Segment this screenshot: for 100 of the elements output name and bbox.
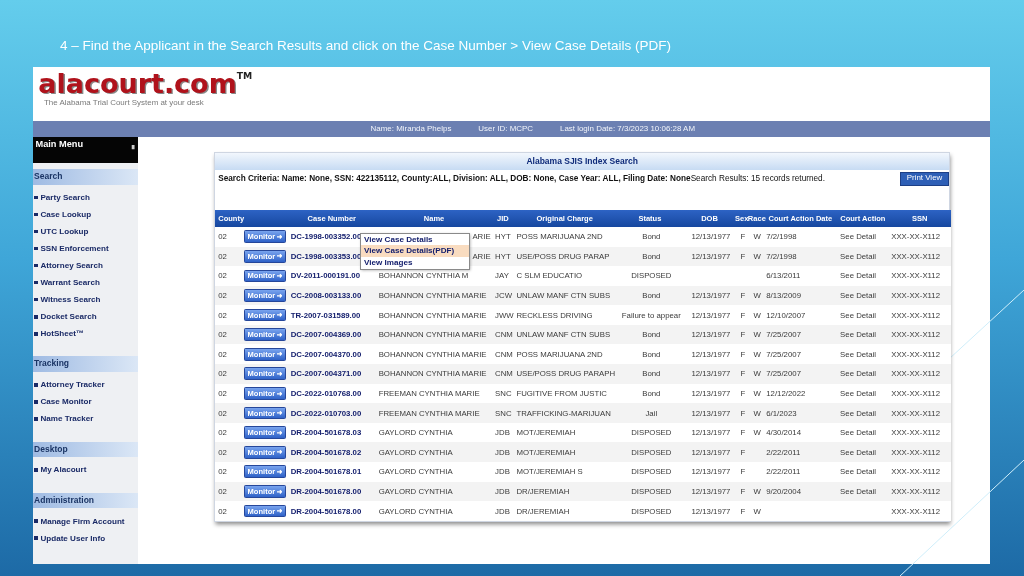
court-action-cell: See Detail: [840, 271, 877, 281]
dob-cell: 12/13/1977: [691, 467, 731, 477]
charge-cell: FUGITIVE FROM JUSTIC: [516, 388, 607, 398]
name-cell: GAYLORD CYNTHIA: [378, 486, 453, 496]
bullet-icon: [34, 280, 38, 285]
court-action-cell: See Detail: [840, 330, 877, 340]
action-date-cell: 4/30/2014: [766, 428, 801, 438]
arrow-icon: [276, 449, 283, 456]
action-date-cell: 7/25/2007: [766, 369, 801, 379]
charge-cell: MOT/JEREMIAH: [516, 447, 576, 457]
status-cell: DISPOSED: [631, 467, 672, 477]
ssn-cell: XXX-XX-X112: [891, 271, 941, 281]
jid-cell: CNM: [495, 349, 513, 359]
dob-cell: 12/13/1977: [691, 251, 731, 261]
logo-tagline: The Alabama Trial Court System at your desk: [43, 98, 204, 108]
case-number-link[interactable]: DC-2022-010768.00: [290, 388, 362, 398]
charge-cell: UNLAW MANF CTN SUBS: [516, 330, 611, 340]
sidebar-link[interactable]: Case Monitor: [32, 393, 138, 411]
case-number-link[interactable]: DR-2004-501678.03: [290, 428, 362, 438]
action-date-cell: 6/13/2011: [766, 271, 801, 281]
case-number-link[interactable]: DR-2004-501678.00: [290, 486, 362, 496]
sidebar-link[interactable]: Update User Info: [32, 529, 138, 547]
dob-cell: 12/13/1977: [691, 388, 731, 398]
ssn-cell: XXX-XX-X112: [891, 251, 941, 261]
sidebar-link[interactable]: My Alacourt: [32, 461, 138, 479]
race-cell: W: [753, 506, 761, 516]
charge-cell: DR/JEREMIAH: [516, 506, 570, 516]
sex-cell: F: [740, 330, 746, 340]
county-cell: 02: [218, 506, 227, 516]
sidebar-link[interactable]: HotSheet™: [32, 325, 138, 343]
case-number-link[interactable]: DV-2011-000191.00: [290, 271, 360, 281]
status-cell: DISPOSED: [631, 271, 672, 281]
jid-cell: HYT: [495, 232, 511, 242]
arrow-icon: [276, 233, 283, 240]
dob-cell: 12/13/1977: [691, 428, 731, 438]
sidebar-link[interactable]: Warrant Search: [32, 274, 138, 292]
menu-section-header: Tracking: [32, 356, 138, 373]
dob-cell: 12/13/1977: [691, 310, 731, 320]
case-number-link[interactable]: DC-2007-004369.00: [290, 330, 362, 340]
name-cell: BOHANNON CYNTHIA M: [378, 271, 469, 281]
sidebar-link[interactable]: Witness Search: [32, 291, 138, 309]
sidebar-link[interactable]: Case Lookup: [32, 206, 138, 224]
sidebar-link[interactable]: SSN Enforcement: [32, 240, 138, 258]
jid-cell: JDB: [495, 428, 510, 438]
bullet-icon: [34, 314, 38, 319]
bullet-icon: [34, 195, 38, 200]
case-number-link[interactable]: DC-1998-003353.00: [290, 251, 362, 261]
case-number-link[interactable]: DR-2004-501678.02: [290, 447, 362, 457]
charge-cell: MOT/JEREMIAH S: [516, 467, 583, 477]
court-action-cell: See Detail: [840, 349, 877, 359]
county-cell: 02: [218, 428, 227, 438]
sidebar-link[interactable]: Name Tracker: [32, 410, 138, 428]
action-date-cell: 12/10/2007: [766, 310, 806, 320]
arrow-icon: [276, 273, 283, 279]
bullet-icon: [34, 332, 38, 336]
jid-cell: SNC: [495, 388, 512, 398]
charge-cell: POSS MARIJUANA 2ND: [516, 349, 603, 359]
action-date-cell: 2/22/2011: [766, 467, 801, 477]
court-action-cell: See Detail: [840, 310, 877, 320]
sidebar-link[interactable]: Docket Search: [32, 308, 138, 326]
menu-item[interactable]: View Case Details: [361, 233, 470, 246]
pin-icon[interactable]: [130, 145, 135, 151]
menu-section-header: Search: [32, 169, 138, 185]
menu-item[interactable]: View Images: [361, 257, 470, 269]
case-number-link[interactable]: DC-2007-004371.00: [290, 369, 362, 379]
case-number-link[interactable]: TR-2007-031589.00: [290, 310, 361, 320]
court-action-cell: See Detail: [840, 428, 877, 438]
ssn-cell: XXX-XX-X112: [891, 330, 941, 340]
sex-cell: F: [740, 291, 746, 300]
print-view-button[interactable]: Print View: [900, 171, 949, 186]
status-cell: DISPOSED: [631, 447, 672, 457]
menu-item[interactable]: View Case Details(PDF): [361, 245, 470, 258]
case-number-link[interactable]: DC-2022-010703.00: [290, 408, 362, 418]
status-cell: Bond: [642, 388, 661, 398]
ssn-cell: XXX-XX-X112: [891, 388, 941, 398]
case-number-link[interactable]: DC-1998-003352.00: [290, 232, 362, 242]
bullet-icon: [34, 383, 38, 387]
arrow-icon: [276, 351, 283, 358]
case-number-link[interactable]: CC-2008-003133.00: [290, 291, 362, 300]
sidebar-link[interactable]: Attorney Tracker: [32, 376, 138, 394]
status-cell: Bond: [642, 349, 661, 359]
sidebar-link[interactable]: Attorney Search: [32, 257, 138, 275]
sidebar-link[interactable]: Party Search: [32, 189, 138, 207]
case-number-link[interactable]: DR-2004-501678.00: [290, 506, 362, 516]
county-cell: 02: [218, 232, 227, 242]
action-date-cell: 9/20/2004: [766, 486, 801, 496]
jid-cell: SNC: [495, 408, 512, 418]
jid-cell: CNM: [495, 369, 513, 379]
case-number-link[interactable]: DR-2004-501678.01: [290, 467, 362, 477]
name-cell: FREEMAN CYNTHIA MARIE: [378, 388, 480, 398]
county-cell: 02: [218, 330, 227, 340]
case-number-link[interactable]: DC-2007-004370.00: [290, 349, 362, 359]
sidebar-link[interactable]: UTC Lookup: [32, 223, 138, 241]
county-cell: 02: [218, 271, 227, 281]
action-date-cell: 2/22/2011: [766, 447, 801, 457]
bullet-icon: [34, 400, 38, 404]
court-action-cell: See Detail: [840, 486, 877, 496]
arrow-icon: [276, 508, 283, 514]
sidebar-link[interactable]: Manage Firm Account: [32, 512, 138, 530]
bullet-icon: [34, 519, 38, 523]
